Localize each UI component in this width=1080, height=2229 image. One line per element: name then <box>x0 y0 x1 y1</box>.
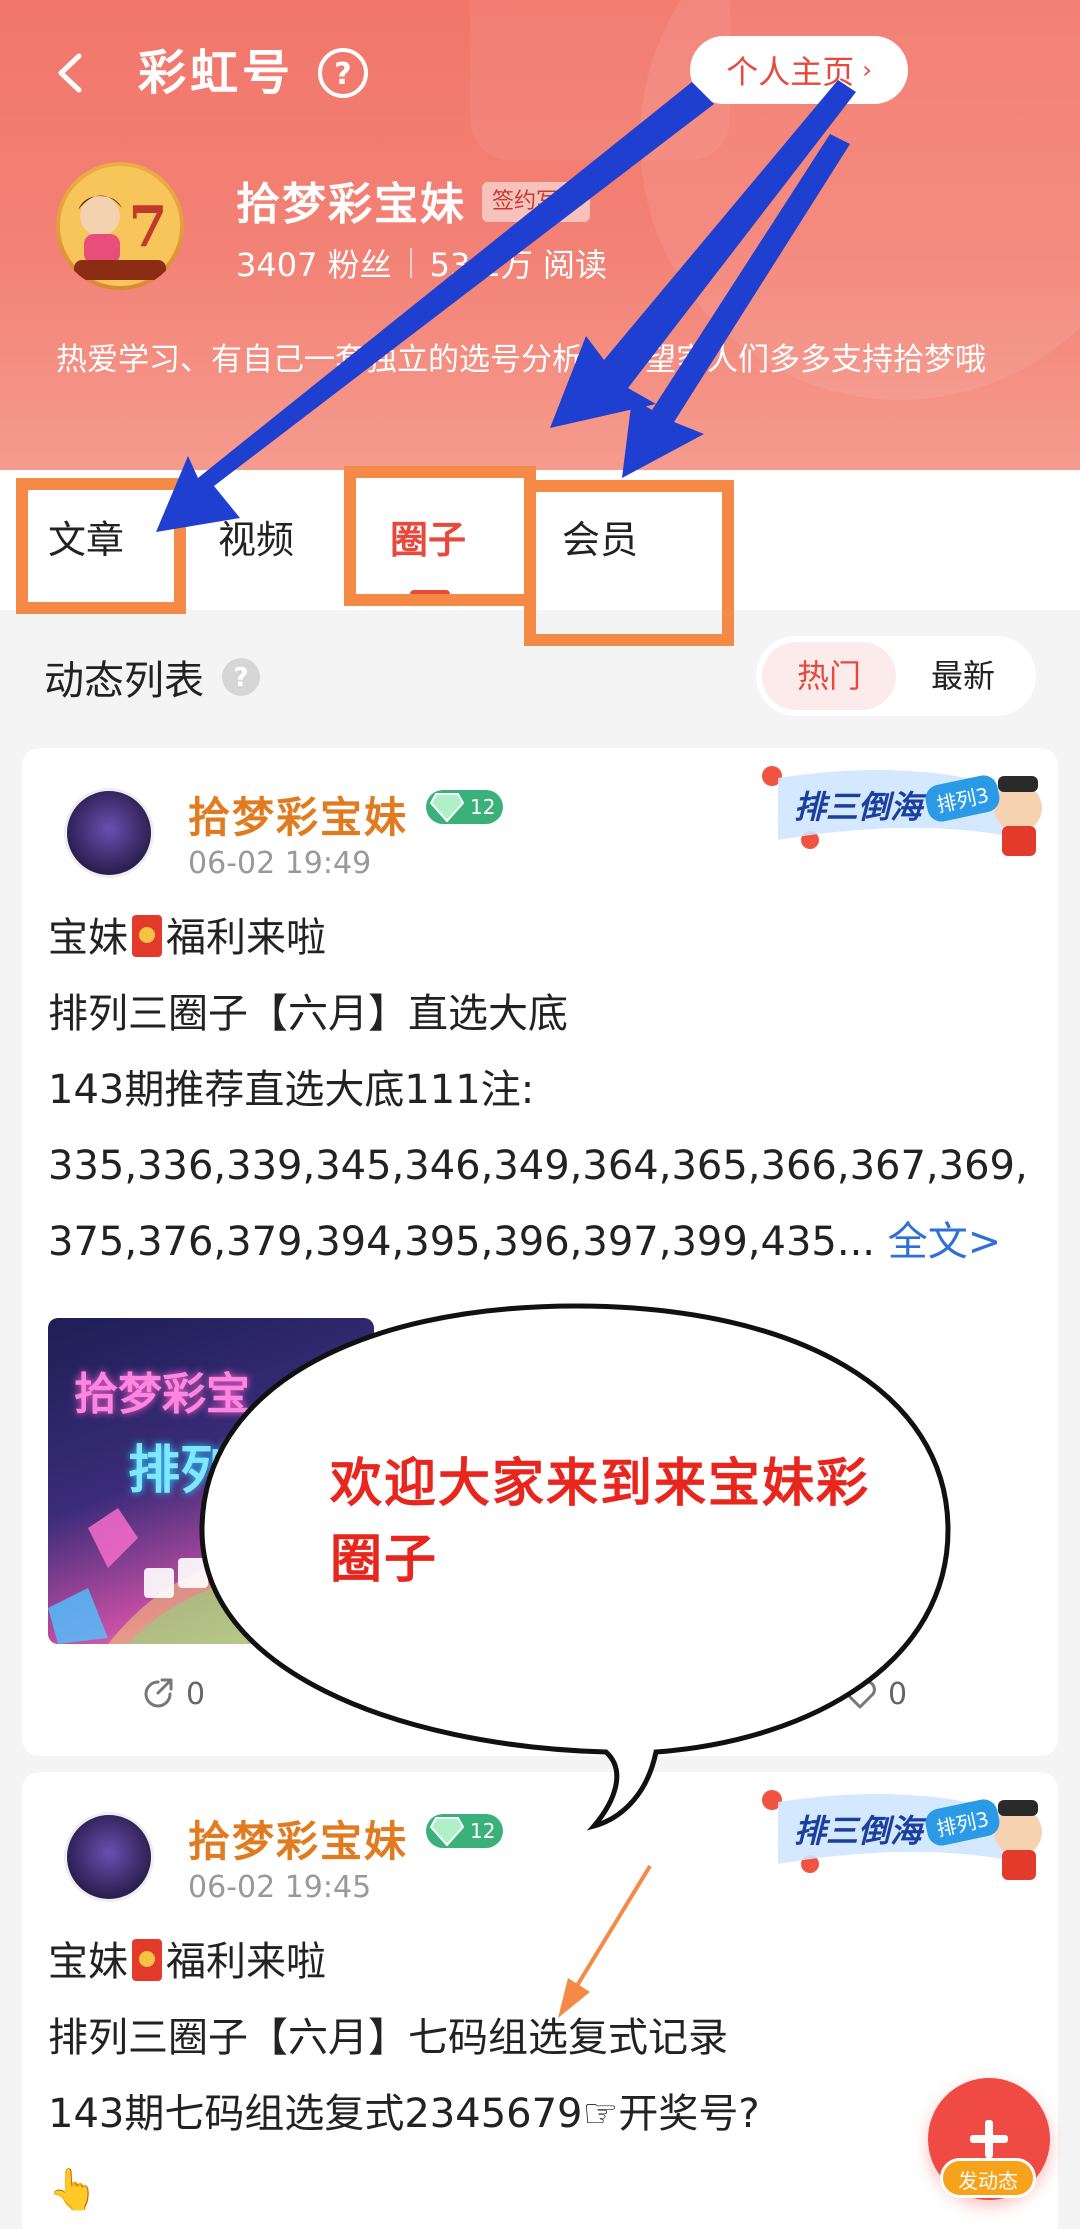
sort-toggle: 热门 最新 <box>756 636 1036 716</box>
tab-members[interactable]: 会员 <box>562 510 638 570</box>
post-line: 宝妹 福利来啦 <box>48 1939 326 1985</box>
post-line: 👆 <box>48 2167 98 2213</box>
reads-count: 53.1万 阅读 <box>429 246 608 284</box>
active-tab-indicator <box>410 590 450 598</box>
post-body[interactable]: 宝妹 福利来啦 排列三圈子【六月】直选大底 143期推荐直选大底111注: 335… <box>48 900 1038 1280</box>
post-line: 排列三圈子【六月】直选大底 <box>48 991 568 1037</box>
post-line: 宝妹 福利来啦 <box>48 915 326 961</box>
fans-count[interactable]: 3407 粉丝 <box>236 240 392 286</box>
feed-title: 动态列表 ? <box>44 648 262 706</box>
author-name: 拾梦彩宝妹 <box>236 179 466 230</box>
speech-bubble-text: 欢迎大家来到来宝妹彩圈子 <box>330 1454 871 1590</box>
signed-writer-badge: 签约写手 <box>482 182 591 222</box>
personal-home-button[interactable]: 个人主页 › <box>690 36 908 104</box>
post-card[interactable]: 拾梦彩宝妹 12 06-02 19:45 排三倒海 排列3 宝妹 福利来啦 排列三… <box>22 1772 1058 2229</box>
gem-icon <box>430 793 464 822</box>
level-number: 12 <box>470 795 496 819</box>
svg-text:?: ? <box>334 57 351 92</box>
post-time: 06-02 19:45 <box>188 1870 372 1905</box>
sort-hot-button[interactable]: 热门 <box>762 642 896 710</box>
svg-text:?: ? <box>233 663 248 693</box>
banner-title: 排三倒海 <box>794 788 923 826</box>
author-avatar[interactable]: 7 <box>56 162 184 290</box>
post-time: 06-02 19:49 <box>188 846 372 881</box>
tab-articles[interactable]: 文章 <box>48 510 124 570</box>
svg-text:7: 7 <box>129 194 168 260</box>
read-more-link[interactable]: 全文> <box>888 1219 1002 1265</box>
back-button[interactable] <box>40 38 100 108</box>
author-bio: 热爱学习、有自己一套独立的选号分析、希望家人们多多支持拾梦哦 <box>56 342 986 378</box>
sort-latest-button[interactable]: 最新 <box>896 642 1030 710</box>
personal-home-label: 个人主页 <box>726 53 855 91</box>
feed-title-label: 动态列表 <box>44 658 204 704</box>
post-line: 143期七码组选复式2345679☞开奖号? <box>48 2091 760 2137</box>
post-line: 375,376,379,394,395,396,397,399,435... 全… <box>48 1219 1002 1265</box>
share-icon <box>144 1678 173 1708</box>
avatar-illustration: 7 <box>60 166 180 286</box>
post-body[interactable]: 宝妹 福利来啦 排列三圈子【六月】七码组选复式记录 143期七码组选复式23456… <box>48 1924 1038 2228</box>
question-circle-icon[interactable]: ? <box>220 656 262 698</box>
page-title: 彩虹号 <box>138 45 295 101</box>
post-line: 335,336,339,345,346,349,364,365,366,367,… <box>48 1143 1028 1189</box>
post-author-avatar[interactable] <box>64 788 154 878</box>
post-line: 143期推荐直选大底111注: <box>48 1067 535 1113</box>
post-dynamic-label[interactable]: 发动态 <box>940 2158 1036 2198</box>
help-button[interactable]: ? <box>316 46 370 100</box>
stats-divider <box>409 248 412 278</box>
red-envelope-icon <box>132 1939 162 1981</box>
red-envelope-icon <box>132 915 162 957</box>
level-badge: 12 <box>426 790 504 824</box>
post-line: 排列三圈子【六月】七码组选复式记录 <box>48 2015 728 2061</box>
post-author-avatar[interactable] <box>64 1812 154 1902</box>
question-circle-icon: ? <box>318 48 368 98</box>
promo-banner[interactable]: 排三倒海 排列3 <box>758 748 1058 866</box>
author-stats: 3407 粉丝 53.1万 阅读 <box>236 240 607 286</box>
tab-bar: 文章 视频 圈子 会员 <box>0 470 1080 610</box>
tab-videos[interactable]: 视频 <box>218 510 294 570</box>
post-author-name[interactable]: 拾梦彩宝妹 <box>188 784 408 845</box>
chevron-right-icon: › <box>862 56 872 84</box>
tab-circle[interactable]: 圈子 <box>390 510 466 570</box>
chevron-left-icon <box>58 53 82 93</box>
